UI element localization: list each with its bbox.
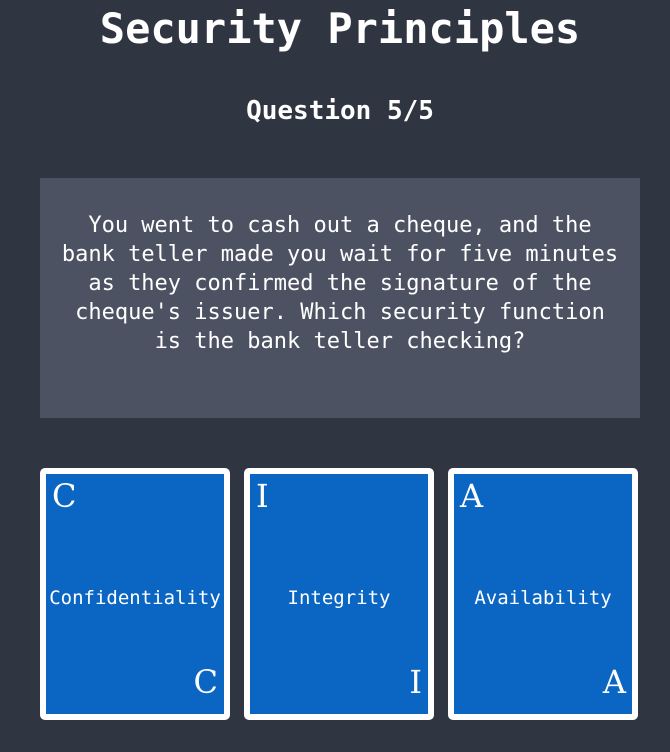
card-label: Availability bbox=[474, 587, 612, 609]
card-corner-letter-bottom: C bbox=[193, 663, 218, 701]
card-corner-letter-bottom: A bbox=[602, 663, 626, 701]
page-title: Security Principles bbox=[99, 4, 581, 53]
card-confidentiality[interactable]: C Confidentiality C bbox=[40, 468, 230, 720]
card-label: Integrity bbox=[287, 587, 391, 609]
card-corner-letter-top: C bbox=[52, 477, 77, 515]
question-counter: Question 5/5 bbox=[246, 96, 434, 126]
card-corner-letter-top: I bbox=[256, 477, 269, 515]
card-corner-letter-bottom: I bbox=[409, 663, 422, 701]
question-text: You went to cash out a cheque, and the b… bbox=[61, 213, 619, 354]
question-box: You went to cash out a cheque, and the b… bbox=[40, 178, 640, 418]
card-corner-letter-top: A bbox=[460, 477, 484, 515]
card-integrity[interactable]: I Integrity I bbox=[244, 468, 434, 720]
card-availability[interactable]: A Availability A bbox=[448, 468, 638, 720]
card-label: Confidentiality bbox=[49, 587, 221, 609]
